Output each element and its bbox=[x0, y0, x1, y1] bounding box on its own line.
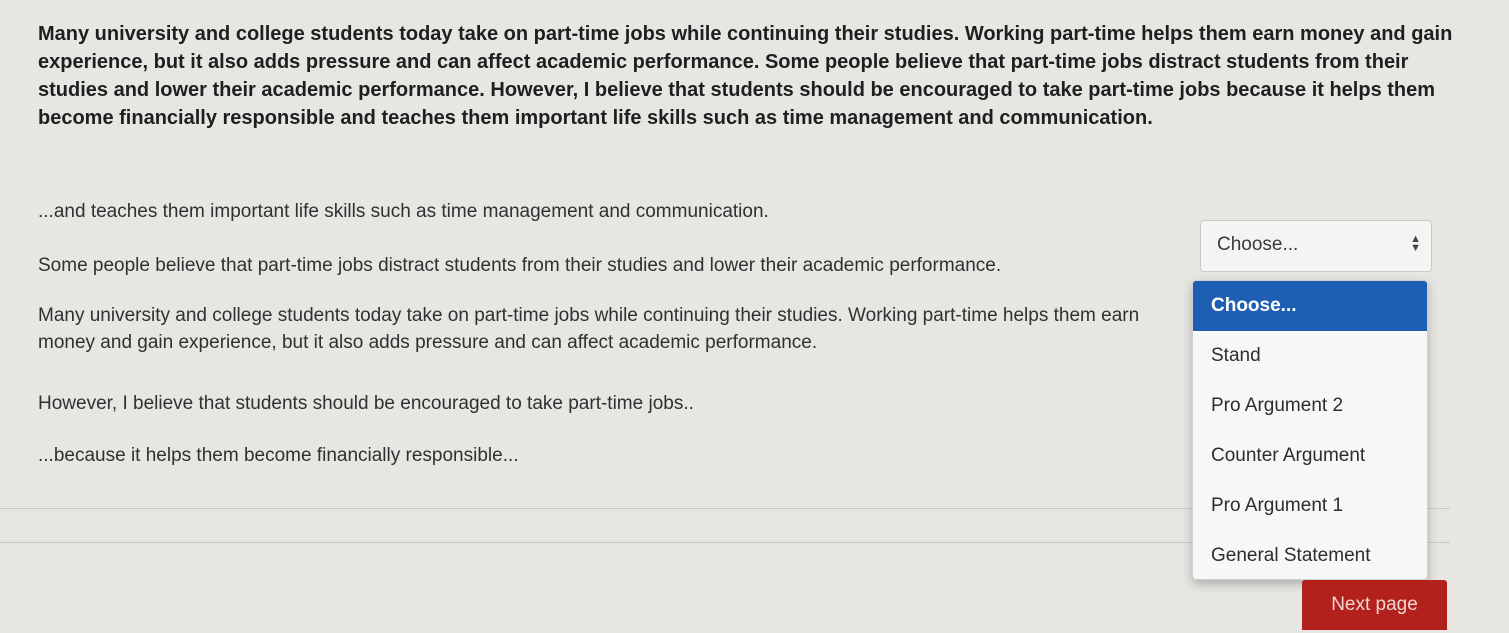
intro-paragraph: Many university and college students tod… bbox=[38, 23, 1453, 129]
option-stand[interactable]: Stand bbox=[1193, 331, 1427, 381]
question-item-4: However, I believe that students should … bbox=[38, 393, 694, 414]
question-item-3: Many university and college students tod… bbox=[38, 305, 1140, 353]
next-page-button[interactable]: Next page bbox=[1302, 580, 1447, 630]
option-pro-argument-2[interactable]: Pro Argument 2 bbox=[1193, 381, 1427, 431]
select-dropdown-list[interactable]: Choose... Stand Pro Argument 2 Counter A… bbox=[1192, 280, 1428, 580]
option-pro-argument-1[interactable]: Pro Argument 1 bbox=[1193, 481, 1427, 531]
answer-select[interactable]: Choose... ▲ ▼ bbox=[1200, 220, 1432, 272]
question-item-5: ...because it helps them become financia… bbox=[38, 445, 519, 466]
select-arrows-icon: ▲ ▼ bbox=[1410, 233, 1421, 254]
question-item-2: Some people believe that part-time jobs … bbox=[38, 255, 1002, 276]
question-item-1: ...and teaches them important life skill… bbox=[38, 201, 769, 222]
option-counter-argument[interactable]: Counter Argument bbox=[1193, 431, 1427, 481]
option-general-statement[interactable]: General Statement bbox=[1193, 531, 1427, 579]
option-choose[interactable]: Choose... bbox=[1193, 281, 1427, 331]
select-current-value: Choose... bbox=[1217, 234, 1299, 255]
